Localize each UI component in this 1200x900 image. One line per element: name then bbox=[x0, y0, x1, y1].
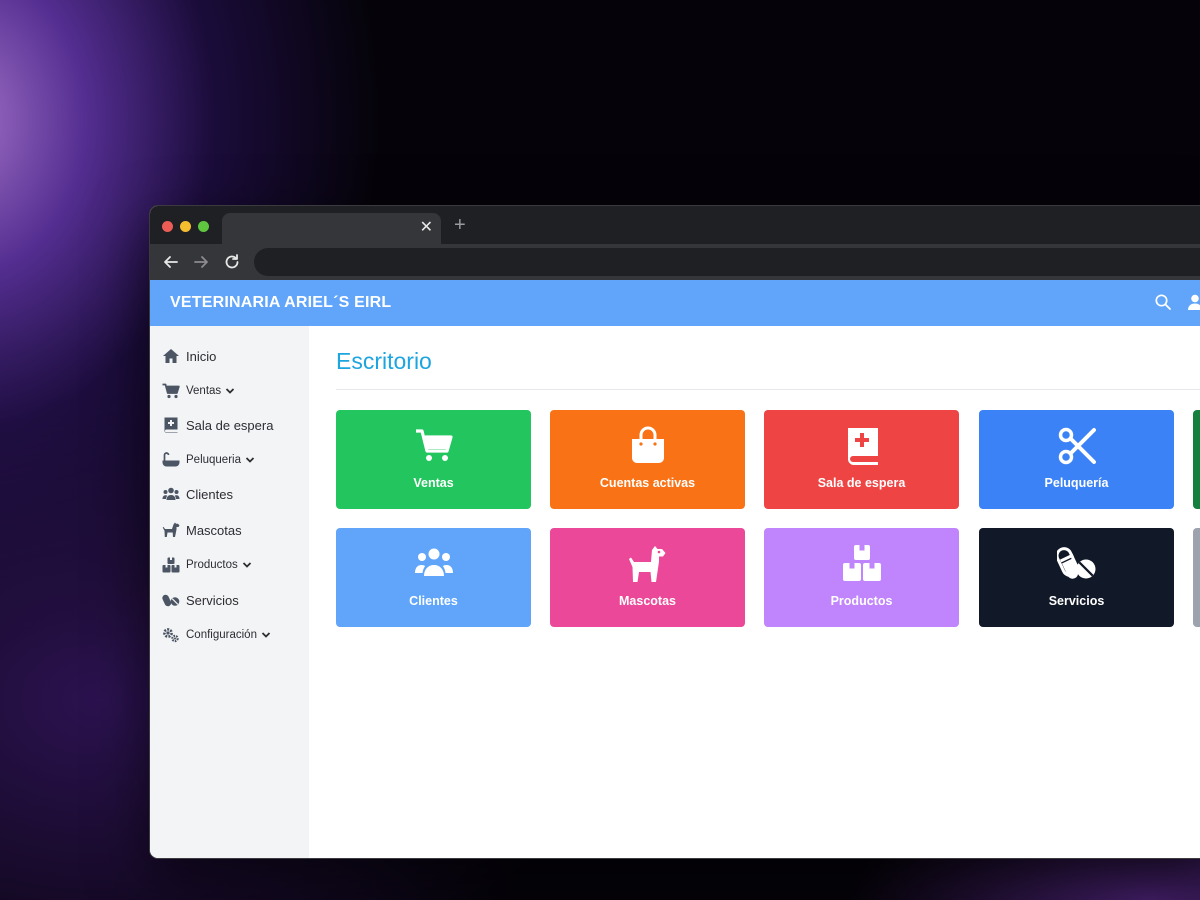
tile-label: Clientes bbox=[409, 594, 458, 608]
sidebar-item-label: Servicios bbox=[186, 592, 239, 608]
pills-icon bbox=[162, 594, 180, 607]
chevron-down-icon bbox=[245, 457, 255, 463]
sidebar-item-sala-de-espera[interactable]: Sala de espera bbox=[162, 414, 273, 436]
tile-partial-right[interactable] bbox=[1193, 410, 1200, 509]
browser-tab[interactable]: ✕ bbox=[222, 213, 441, 244]
address-bar[interactable] bbox=[254, 248, 1200, 276]
tile-label: Mascotas bbox=[619, 594, 676, 608]
tile-servicios[interactable]: Servicios bbox=[979, 528, 1174, 627]
sidebar-item-inicio[interactable]: Inicio bbox=[162, 345, 216, 367]
chevron-down-icon bbox=[261, 632, 271, 638]
app-root: VETERINARIA ARIEL´S EIRL Inicio Ventas S… bbox=[150, 280, 1200, 858]
brand-title: VETERINARIA ARIEL´S EIRL bbox=[170, 294, 392, 311]
search-icon[interactable] bbox=[1154, 293, 1172, 311]
chevron-down-icon bbox=[242, 562, 251, 568]
sidebar-item-ventas[interactable]: Ventas bbox=[162, 380, 235, 402]
sidebar-item-productos[interactable]: Productos bbox=[162, 554, 252, 576]
cart-icon bbox=[162, 383, 180, 399]
close-window-button[interactable] bbox=[162, 221, 173, 232]
page-title: Escritorio bbox=[336, 348, 432, 374]
dog-icon bbox=[162, 522, 180, 537]
title-divider bbox=[336, 389, 1200, 390]
medical-book-icon bbox=[847, 428, 878, 465]
tile-peluqueria[interactable]: Peluquería bbox=[979, 410, 1174, 509]
sidebar-item-configuracion[interactable]: Configuración bbox=[162, 624, 271, 646]
user-icon[interactable] bbox=[1186, 293, 1200, 311]
forward-arrow-icon[interactable] bbox=[191, 252, 211, 272]
minimize-window-button[interactable] bbox=[180, 221, 191, 232]
new-tab-icon[interactable]: + bbox=[454, 215, 466, 235]
reload-icon[interactable] bbox=[222, 252, 242, 272]
sidebar-item-servicios[interactable]: Servicios bbox=[162, 589, 239, 611]
back-arrow-icon[interactable] bbox=[161, 252, 181, 272]
sidebar-item-label: Peluqueria bbox=[186, 454, 241, 466]
tile-cuentas-activas[interactable]: Cuentas activas bbox=[550, 410, 745, 509]
sidebar-item-mascotas[interactable]: Mascotas bbox=[162, 519, 242, 541]
users-icon bbox=[162, 487, 180, 500]
home-icon bbox=[163, 349, 179, 363]
sidebar-item-label: Ventas bbox=[186, 385, 222, 397]
users-icon bbox=[414, 548, 453, 576]
sidebar-item-label: Clientes bbox=[186, 486, 233, 502]
app-header: VETERINARIA ARIEL´S EIRL bbox=[150, 280, 1200, 326]
scissors-icon bbox=[1058, 427, 1096, 465]
tile-label: Servicios bbox=[1048, 594, 1105, 608]
main-content: Escritorio Ventas Cuentas activas Sala d… bbox=[309, 326, 1200, 858]
tab-bar: ✕ + bbox=[150, 206, 1200, 244]
tile-label: Productos bbox=[830, 594, 893, 608]
boxes-icon bbox=[162, 557, 180, 573]
sidebar-item-peluqueria[interactable]: Peluqueria bbox=[162, 449, 255, 471]
tile-ventas[interactable]: Ventas bbox=[336, 410, 531, 509]
tile-label: Peluquería bbox=[1044, 476, 1109, 490]
tile-productos[interactable]: Productos bbox=[764, 528, 959, 627]
tile-label: Ventas bbox=[413, 476, 454, 490]
tile-clientes[interactable]: Clientes bbox=[336, 528, 531, 627]
pills-icon bbox=[1056, 547, 1095, 579]
sidebar-item-label: Sala de espera bbox=[186, 417, 274, 433]
sidebar-item-label: Productos bbox=[186, 559, 238, 571]
sidebar: Inicio Ventas Sala de espera Peluqueria … bbox=[150, 326, 309, 858]
tile-mascotas[interactable]: Mascotas bbox=[550, 528, 745, 627]
browser-toolbar bbox=[150, 244, 1200, 280]
tile-partial-right[interactable] bbox=[1193, 528, 1200, 627]
cart-icon bbox=[415, 429, 453, 461]
tile-label: Cuentas activas bbox=[599, 476, 696, 490]
bathtub-icon bbox=[162, 452, 180, 467]
tile-label: Sala de espera bbox=[817, 476, 906, 490]
browser-window: ✕ + VETERINARIA ARIEL´S EIRL Inicio Vent… bbox=[150, 206, 1200, 858]
sidebar-item-clientes[interactable]: Clientes bbox=[162, 483, 233, 505]
boxes-icon bbox=[842, 545, 881, 581]
medical-book-icon bbox=[164, 417, 178, 433]
sidebar-item-label: Mascotas bbox=[186, 522, 242, 538]
dog-icon bbox=[628, 546, 665, 582]
tile-sala-de-espera[interactable]: Sala de espera bbox=[764, 410, 959, 509]
maximize-window-button[interactable] bbox=[198, 221, 209, 232]
chevron-down-icon bbox=[226, 388, 235, 394]
sidebar-item-label: Configuración bbox=[186, 629, 257, 641]
gears-icon bbox=[163, 628, 179, 643]
close-tab-icon[interactable]: ✕ bbox=[420, 219, 433, 237]
sidebar-item-label: Inicio bbox=[186, 348, 217, 364]
shopping-bag-icon bbox=[631, 426, 664, 463]
